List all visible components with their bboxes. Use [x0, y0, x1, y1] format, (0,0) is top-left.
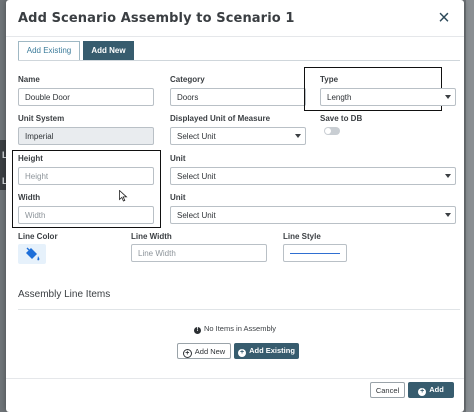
add-existing-item-button[interactable]: + Add Existing	[234, 343, 299, 359]
width-unit-value: Select Unit	[177, 211, 216, 220]
displayed-unit-value: Select Unit	[177, 132, 216, 141]
plus-circle-icon: +	[418, 388, 427, 396]
add-new-item-button[interactable]: + Add New	[177, 343, 231, 359]
plus-circle-icon: +	[238, 349, 247, 357]
cancel-button[interactable]: Cancel	[370, 382, 405, 398]
close-icon[interactable]: ×	[434, 8, 454, 28]
tab-add-new[interactable]: Add New	[83, 41, 134, 61]
width-unit-select[interactable]: Select Unit	[170, 206, 456, 224]
height-label: Height	[18, 154, 43, 163]
add-button[interactable]: + Add	[408, 382, 454, 398]
chevron-down-icon	[445, 213, 451, 217]
line-color-picker[interactable]	[18, 244, 46, 264]
add-new-item-label: Add New	[194, 347, 226, 356]
empty-items-message: ! No Items in Assembly	[6, 324, 464, 334]
category-label: Category	[170, 75, 205, 84]
chevron-down-icon	[295, 134, 301, 138]
line-style-label: Line Style	[283, 232, 321, 241]
displayed-unit-label: Displayed Unit of Measure	[170, 114, 271, 123]
height-unit-value: Select Unit	[177, 172, 216, 181]
type-select[interactable]: Length	[320, 88, 456, 106]
height-unit-select[interactable]: Select Unit	[170, 167, 456, 185]
line-color-label: Line Color	[18, 232, 58, 241]
page-scrollbar[interactable]	[466, 0, 474, 412]
width-input[interactable]: Width	[18, 206, 154, 224]
name-label: Name	[18, 75, 40, 84]
type-label: Type	[320, 75, 339, 84]
height-input[interactable]: Height	[18, 167, 154, 185]
empty-items-text: No Items in Assembly	[203, 324, 277, 333]
tab-add-existing[interactable]: Add Existing	[18, 41, 80, 61]
paint-bucket-icon	[26, 247, 40, 261]
modal-header: Add Scenario Assembly to Scenario 1 ×	[6, 0, 464, 37]
line-width-input[interactable]: Line Width	[131, 244, 267, 262]
add-assembly-modal: Add Scenario Assembly to Scenario 1 × Ad…	[6, 0, 464, 412]
add-existing-item-label: Add Existing	[249, 346, 295, 355]
footer-divider	[6, 378, 464, 379]
mouse-cursor-icon	[119, 190, 128, 202]
line-style-select[interactable]	[283, 244, 347, 262]
tab-divider	[18, 60, 460, 61]
add-button-label: Add	[429, 385, 444, 394]
category-input[interactable]: Doors	[170, 88, 306, 106]
modal-title: Add Scenario Assembly to Scenario 1	[18, 11, 295, 26]
toggle-knob	[325, 128, 331, 134]
chevron-down-icon	[445, 95, 451, 99]
save-to-db-label: Save to DB	[320, 114, 363, 123]
width-unit-label: Unit	[170, 193, 186, 202]
width-label: Width	[18, 193, 41, 202]
chevron-down-icon	[445, 174, 451, 178]
line-style-preview	[290, 253, 340, 254]
unit-system-label: Unit System	[18, 114, 65, 123]
type-select-value: Length	[327, 93, 352, 102]
line-width-label: Line Width	[131, 232, 172, 241]
name-input[interactable]: Double Door	[18, 88, 154, 106]
displayed-unit-select[interactable]: Select Unit	[170, 127, 306, 145]
unit-system-input: Imperial	[18, 127, 154, 145]
save-to-db-toggle[interactable]	[324, 127, 340, 135]
info-icon: !	[193, 327, 201, 334]
plus-circle-icon: +	[182, 349, 192, 358]
height-unit-label: Unit	[170, 154, 186, 163]
section-divider	[18, 309, 460, 310]
assembly-items-title: Assembly Line Items	[18, 289, 111, 300]
